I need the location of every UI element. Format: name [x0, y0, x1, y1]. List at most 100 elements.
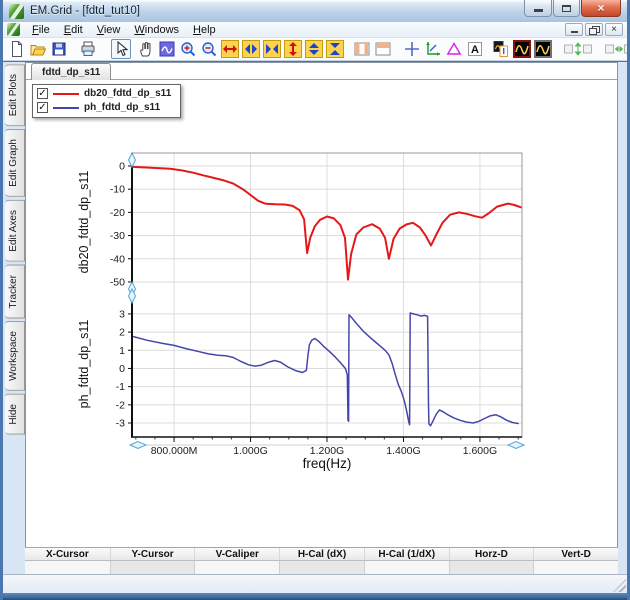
cursor-value-cell [279, 561, 364, 574]
x-axis-handle[interactable] [130, 442, 146, 449]
split-vertical-button[interactable] [352, 39, 372, 59]
expandy-icon [284, 40, 302, 58]
y-tick-label: -2 [116, 399, 125, 411]
series-ph_fdtd_dp_s11 [134, 313, 519, 426]
plot-style-button[interactable] [533, 39, 553, 59]
document-icon [7, 23, 20, 36]
maximize-button[interactable] [553, 0, 580, 17]
document-tab-row: fdtd_dp_s11 [26, 63, 617, 80]
menu-windows[interactable]: Windows [127, 23, 186, 37]
legend-label: db20_fdtd_dp_s11 [84, 88, 171, 99]
x-tick-label: 1.400G [386, 445, 420, 457]
copy-plot-button[interactable] [491, 39, 511, 59]
zoom-window-button[interactable] [157, 39, 177, 59]
compressx-icon [263, 40, 281, 58]
cursor-value-cell [25, 561, 110, 574]
zoomwin-icon [158, 40, 176, 58]
axes-icon [424, 40, 442, 58]
y-tick-label: -30 [110, 230, 125, 242]
compress-y-button[interactable] [325, 39, 345, 59]
shrink-x-button[interactable] [241, 39, 261, 59]
cursor-col-y-cursor: Y-Cursor [110, 548, 195, 560]
window-border-bottom [0, 593, 630, 600]
resize-grip[interactable] [613, 579, 626, 592]
sidebar-tab-edit-axes[interactable]: Edit Axes [5, 200, 25, 262]
new-file-button[interactable] [7, 39, 27, 59]
app-logo-icon [9, 4, 24, 19]
menu-edit[interactable]: Edit [57, 23, 90, 37]
y-axis-handle[interactable] [129, 153, 136, 167]
plot-style-red-button[interactable] [512, 39, 532, 59]
print-button[interactable] [78, 39, 98, 59]
legend-label: ph_fdtd_dp_s11 [84, 102, 160, 113]
zoom-in-button[interactable] [178, 39, 198, 59]
cross-icon [403, 40, 421, 58]
splitv-icon [353, 40, 371, 58]
marker-triangle-button[interactable] [444, 39, 464, 59]
link-y-button[interactable] [562, 39, 594, 59]
mdi-close-button[interactable]: × [605, 23, 623, 36]
x-tick-label: 800.000M [151, 445, 198, 457]
mdi-restore-button[interactable] [585, 23, 603, 36]
sidebar-tab-edit-graph[interactable]: Edit Graph [5, 129, 25, 197]
sidebar-tab-tracker[interactable]: Tracker [5, 265, 25, 319]
legend-checkbox-ph_fdtd_dp_s11[interactable]: ✓ [37, 102, 48, 113]
crosshair-button[interactable] [402, 39, 422, 59]
close-icon: × [597, 2, 604, 14]
menu-view[interactable]: View [90, 23, 128, 37]
x-tick-label: 1.600G [463, 445, 497, 457]
open-file-button[interactable] [28, 39, 48, 59]
legend-item-db20_fdtd_dp_s11: ✓ db20_fdtd_dp_s11 [37, 88, 171, 99]
split-horizontal-button[interactable] [373, 39, 393, 59]
compress-x-button[interactable] [262, 39, 282, 59]
menu-help[interactable]: Help [186, 23, 223, 37]
cursor-value-cell [110, 561, 195, 574]
close-button[interactable]: × [581, 0, 621, 17]
sidebar-tab-edit-plots[interactable]: Edit Plots [5, 64, 25, 126]
minimize-button[interactable] [524, 0, 552, 17]
cursor-col-h-cal-dx-: H-Cal (dX) [279, 548, 364, 560]
cursor-value-cell [533, 561, 618, 574]
textA-icon: A [466, 40, 484, 58]
zoomout-icon [200, 40, 218, 58]
zoom-out-button[interactable] [199, 39, 219, 59]
select-pointer-button[interactable] [111, 39, 131, 59]
y-tick-label: -1 [116, 381, 125, 393]
mdi-minimize-button[interactable] [565, 23, 583, 36]
pointer-icon [112, 40, 130, 58]
plot-canvas[interactable]: 0-10-20-30-40-50db20_fdtd_dp_s113210-1-2… [66, 144, 536, 474]
folder-icon [29, 40, 47, 58]
mdi-close-icon: × [611, 25, 617, 35]
expand-x-button[interactable] [220, 39, 240, 59]
y-tick-label: -10 [110, 184, 125, 196]
cursor-col-v-caliper: V-Caliper [194, 548, 279, 560]
menu-file[interactable]: File [25, 23, 57, 37]
app-window: EM.Grid - [fdtd_tut10] × FileEditViewWin… [0, 0, 630, 600]
expand-y-button[interactable] [283, 39, 303, 59]
legend-checkbox-db20_fdtd_dp_s11[interactable]: ✓ [37, 88, 48, 99]
cursor-value-cell [449, 561, 534, 574]
printer-icon [79, 40, 97, 58]
axes-tool-button[interactable] [423, 39, 443, 59]
sidebar-tab-hide[interactable]: Hide [5, 394, 25, 435]
svg-text:A: A [471, 44, 479, 56]
zoomin-icon [179, 40, 197, 58]
expandx-icon [221, 40, 239, 58]
linky-icon [563, 40, 593, 58]
x-axis-handle[interactable] [508, 442, 524, 449]
tab-fdtd-dp-s11[interactable]: fdtd_dp_s11 [31, 63, 111, 80]
shrink-y-button[interactable] [304, 39, 324, 59]
link-x-button[interactable] [603, 39, 627, 59]
save-file-button[interactable] [49, 39, 69, 59]
plotdark-icon [534, 40, 552, 58]
y-tick-label: -50 [110, 276, 125, 288]
pan-hand-button[interactable] [136, 39, 156, 59]
y-tick-label: 0 [119, 160, 125, 172]
title-bar[interactable]: EM.Grid - [fdtd_tut10] × [3, 0, 627, 22]
splith-icon [374, 40, 392, 58]
sidebar-tab-workspace[interactable]: Workspace [5, 321, 25, 391]
cursor-value-cell [194, 561, 279, 574]
text-label-button[interactable]: A [465, 39, 485, 59]
cursor-table: X-CursorY-CursorV-CaliperH-Cal (dX)H-Cal… [25, 547, 618, 575]
shrinkx-icon [242, 40, 260, 58]
